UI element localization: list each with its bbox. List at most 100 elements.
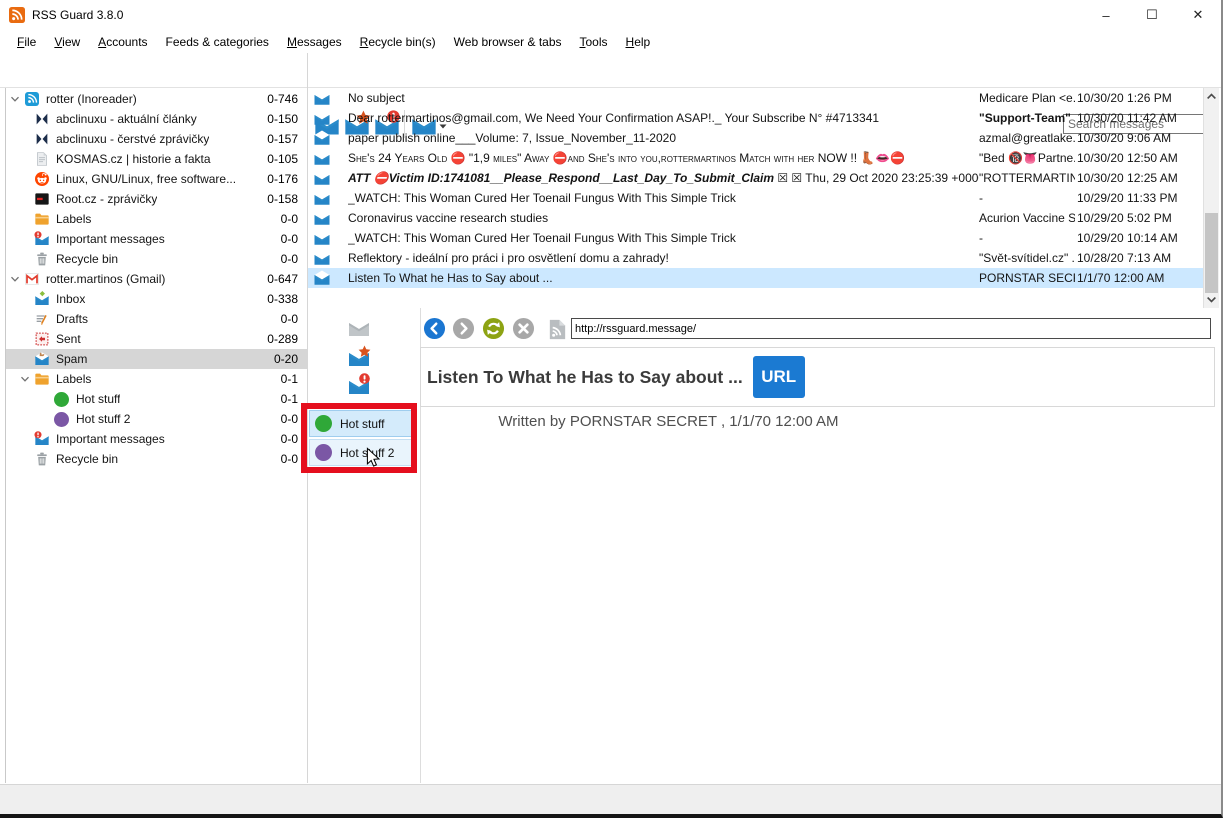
feed-row-hot-stuff[interactable]: Hot stuff0-1 (6, 389, 307, 409)
menu-item-help[interactable]: Help (617, 33, 660, 51)
envelope-exclaim-tl-icon (34, 231, 50, 247)
message-list: No subjectMedicare Plan <e...10/30/20 1:… (308, 88, 1204, 288)
feed-row-hot-stuff-2[interactable]: Hot stuff 20-0 (6, 409, 307, 429)
feed-row-labels[interactable]: Labels0-1 (6, 369, 307, 389)
message-author: Medicare Plan <e... (979, 91, 1075, 105)
message-author: azmal@greatlake... (979, 131, 1075, 145)
feed-label: Inbox (56, 292, 85, 306)
message-row-3[interactable]: paper publish online___Volume: 7, Issue_… (308, 128, 1204, 148)
message-author: - (979, 231, 1075, 245)
chevron-down-icon[interactable] (20, 374, 34, 384)
feed-row-spam[interactable]: Spam0-20 (6, 349, 307, 369)
titlebar: RSS Guard 3.8.0 – ☐ ✕ (0, 0, 1221, 30)
feed-unread-count: 0-647 (267, 272, 307, 286)
message-byline: Written by PORNSTAR SECRET , 1/1/70 12:0… (420, 413, 917, 430)
message-row-4[interactable]: She's 24 Years Old ⛔ "1,9 miles" Away ⛔a… (308, 148, 1204, 168)
unread-envelope-icon (308, 169, 348, 187)
label-chip-text: Hot stuff (340, 417, 384, 431)
close-button[interactable]: ✕ (1175, 0, 1221, 30)
feed-row-rotter-inoreader[interactable]: rotter (Inoreader)0-746 (6, 89, 307, 109)
message-list-scrollbar[interactable] (1203, 88, 1219, 308)
message-row-8[interactable]: _WATCH: This Woman Cured Her Toenail Fun… (308, 228, 1204, 248)
message-row-10[interactable]: Listen To What he Has to Say about ...PO… (308, 268, 1204, 288)
message-date: 10/30/20 1:26 PM (1075, 91, 1204, 105)
back-button[interactable] (423, 317, 446, 340)
menu-item-feeds-categories[interactable]: Feeds & categories (157, 33, 278, 51)
label-chip-hot-stuff-2[interactable]: Hot stuff 2 (309, 439, 412, 466)
menu-item-web-browser-tabs[interactable]: Web browser & tabs (445, 33, 571, 51)
feed-unread-count: 0-176 (267, 172, 307, 186)
feed-row-important-messages[interactable]: Important messages0-0 (6, 229, 307, 249)
toolbar (0, 53, 1221, 88)
feed-row-drafts[interactable]: Drafts 0-0 (6, 309, 307, 329)
scroll-up-icon[interactable] (1206, 91, 1217, 102)
minimize-button[interactable]: – (1083, 0, 1129, 30)
feed-label: KOSMAS.cz | historie a fakta (56, 152, 211, 166)
message-date: 10/28/20 7:13 AM (1075, 251, 1204, 265)
feed-row-recycle-bin[interactable]: Recycle bin0-0 (6, 249, 307, 269)
maximize-button[interactable]: ☐ (1129, 0, 1175, 30)
feed-unread-count: 0-1 (281, 372, 307, 386)
feed-row-abclinuxu-erstv-zpr-vi-ky[interactable]: abclinuxu - čerstvé zprávičky0-157 (6, 129, 307, 149)
menu-item-tools[interactable]: Tools (571, 33, 617, 51)
trash-icon (34, 251, 50, 267)
mark-read-toggle-icon[interactable] (347, 315, 371, 339)
label-chip-hot-stuff[interactable]: Hot stuff (309, 410, 412, 437)
forward-button[interactable] (452, 317, 475, 340)
feed-unread-count: 0-0 (281, 312, 307, 326)
feed-row-linux-gnu-linux-free-software[interactable]: Linux, GNU/Linux, free software...0-176 (6, 169, 307, 189)
message-row-1[interactable]: No subjectMedicare Plan <e...10/30/20 1:… (308, 88, 1204, 108)
feed-row-rotter-martinos-gmail[interactable]: rotter.martinos (Gmail)0-647 (6, 269, 307, 289)
rootcz-icon (34, 191, 50, 207)
feed-row-recycle-bin[interactable]: Recycle bin0-0 (6, 449, 307, 469)
feed-unread-count: 0-746 (267, 92, 307, 106)
feed-unread-count: 0-158 (267, 192, 307, 206)
message-row-5[interactable]: ATT ⛔Victim ID:1741081__Please_Respond__… (308, 168, 1204, 188)
unread-envelope-icon (308, 269, 348, 287)
feeds-panel: rotter (Inoreader)0-746abclinuxu - aktuá… (5, 88, 307, 783)
feed-unread-count: 0-289 (267, 332, 307, 346)
menu-item-view[interactable]: View (45, 33, 89, 51)
feed-unread-count: 0-0 (281, 252, 307, 266)
menu-item-file[interactable]: File (8, 33, 45, 51)
url-input[interactable] (571, 318, 1211, 339)
feed-label: Hot stuff (76, 392, 120, 406)
message-row-2[interactable]: Dear rottermartinos@gmail.com, We Need Y… (308, 108, 1204, 128)
feed-row-important-messages[interactable]: Important messages0-0 (6, 429, 307, 449)
feed-row-inbox[interactable]: Inbox0-338 (6, 289, 307, 309)
message-row-9[interactable]: Reflektory - ideální pro práci i pro osv… (308, 248, 1204, 268)
envelope-exclaim-tl-icon (34, 431, 50, 447)
reddit-icon (34, 171, 50, 187)
feed-label: Spam (56, 352, 87, 366)
feed-row-sent[interactable]: Sent0-289 (6, 329, 307, 349)
reload-button[interactable] (482, 317, 505, 340)
menu-item-recycle-bin-s[interactable]: Recycle bin(s) (351, 33, 445, 51)
feed-row-kosmas-cz-historie-a-fakta[interactable]: KOSMAS.cz | historie a fakta0-105 (6, 149, 307, 169)
scroll-down-icon[interactable] (1206, 294, 1217, 305)
abclinuxu-icon (34, 111, 50, 127)
chevron-down-icon[interactable] (10, 274, 24, 284)
message-row-7[interactable]: Coronavirus vaccine research studiesAcur… (308, 208, 1204, 228)
kosmas-icon (34, 151, 50, 167)
menu-item-messages[interactable]: Messages (278, 33, 351, 51)
feed-row-labels[interactable]: Labels0-0 (6, 209, 307, 229)
feed-unread-count: 0-150 (267, 112, 307, 126)
scrollbar-thumb[interactable] (1205, 213, 1218, 293)
unread-envelope-icon (308, 129, 348, 147)
message-subject: Listen To What he Has to Say about ... (348, 271, 979, 285)
drafts-icon (34, 311, 50, 327)
message-alert-icon[interactable] (347, 373, 371, 397)
abclinuxu-icon (34, 131, 50, 147)
message-author: "Bed 🔞👅Partne... (979, 151, 1075, 165)
feed-unread-count: 0-157 (267, 132, 307, 146)
feed-unread-count: 0-0 (281, 232, 307, 246)
message-row-6[interactable]: _WATCH: This Woman Cured Her Toenail Fun… (308, 188, 1204, 208)
feed-row-abclinuxu-aktu-ln-l-nky[interactable]: abclinuxu - aktuální články0-150 (6, 109, 307, 129)
stop-load-button[interactable] (512, 317, 535, 340)
chevron-down-icon[interactable] (10, 94, 24, 104)
feed-label: Drafts (56, 312, 88, 326)
menu-item-accounts[interactable]: Accounts (89, 33, 156, 51)
feed-row-root-cz-zpr-vi-ky[interactable]: Root.cz - zprávičky0-158 (6, 189, 307, 209)
mark-important-icon[interactable] (347, 345, 371, 369)
open-url-button[interactable]: URL (753, 356, 805, 398)
